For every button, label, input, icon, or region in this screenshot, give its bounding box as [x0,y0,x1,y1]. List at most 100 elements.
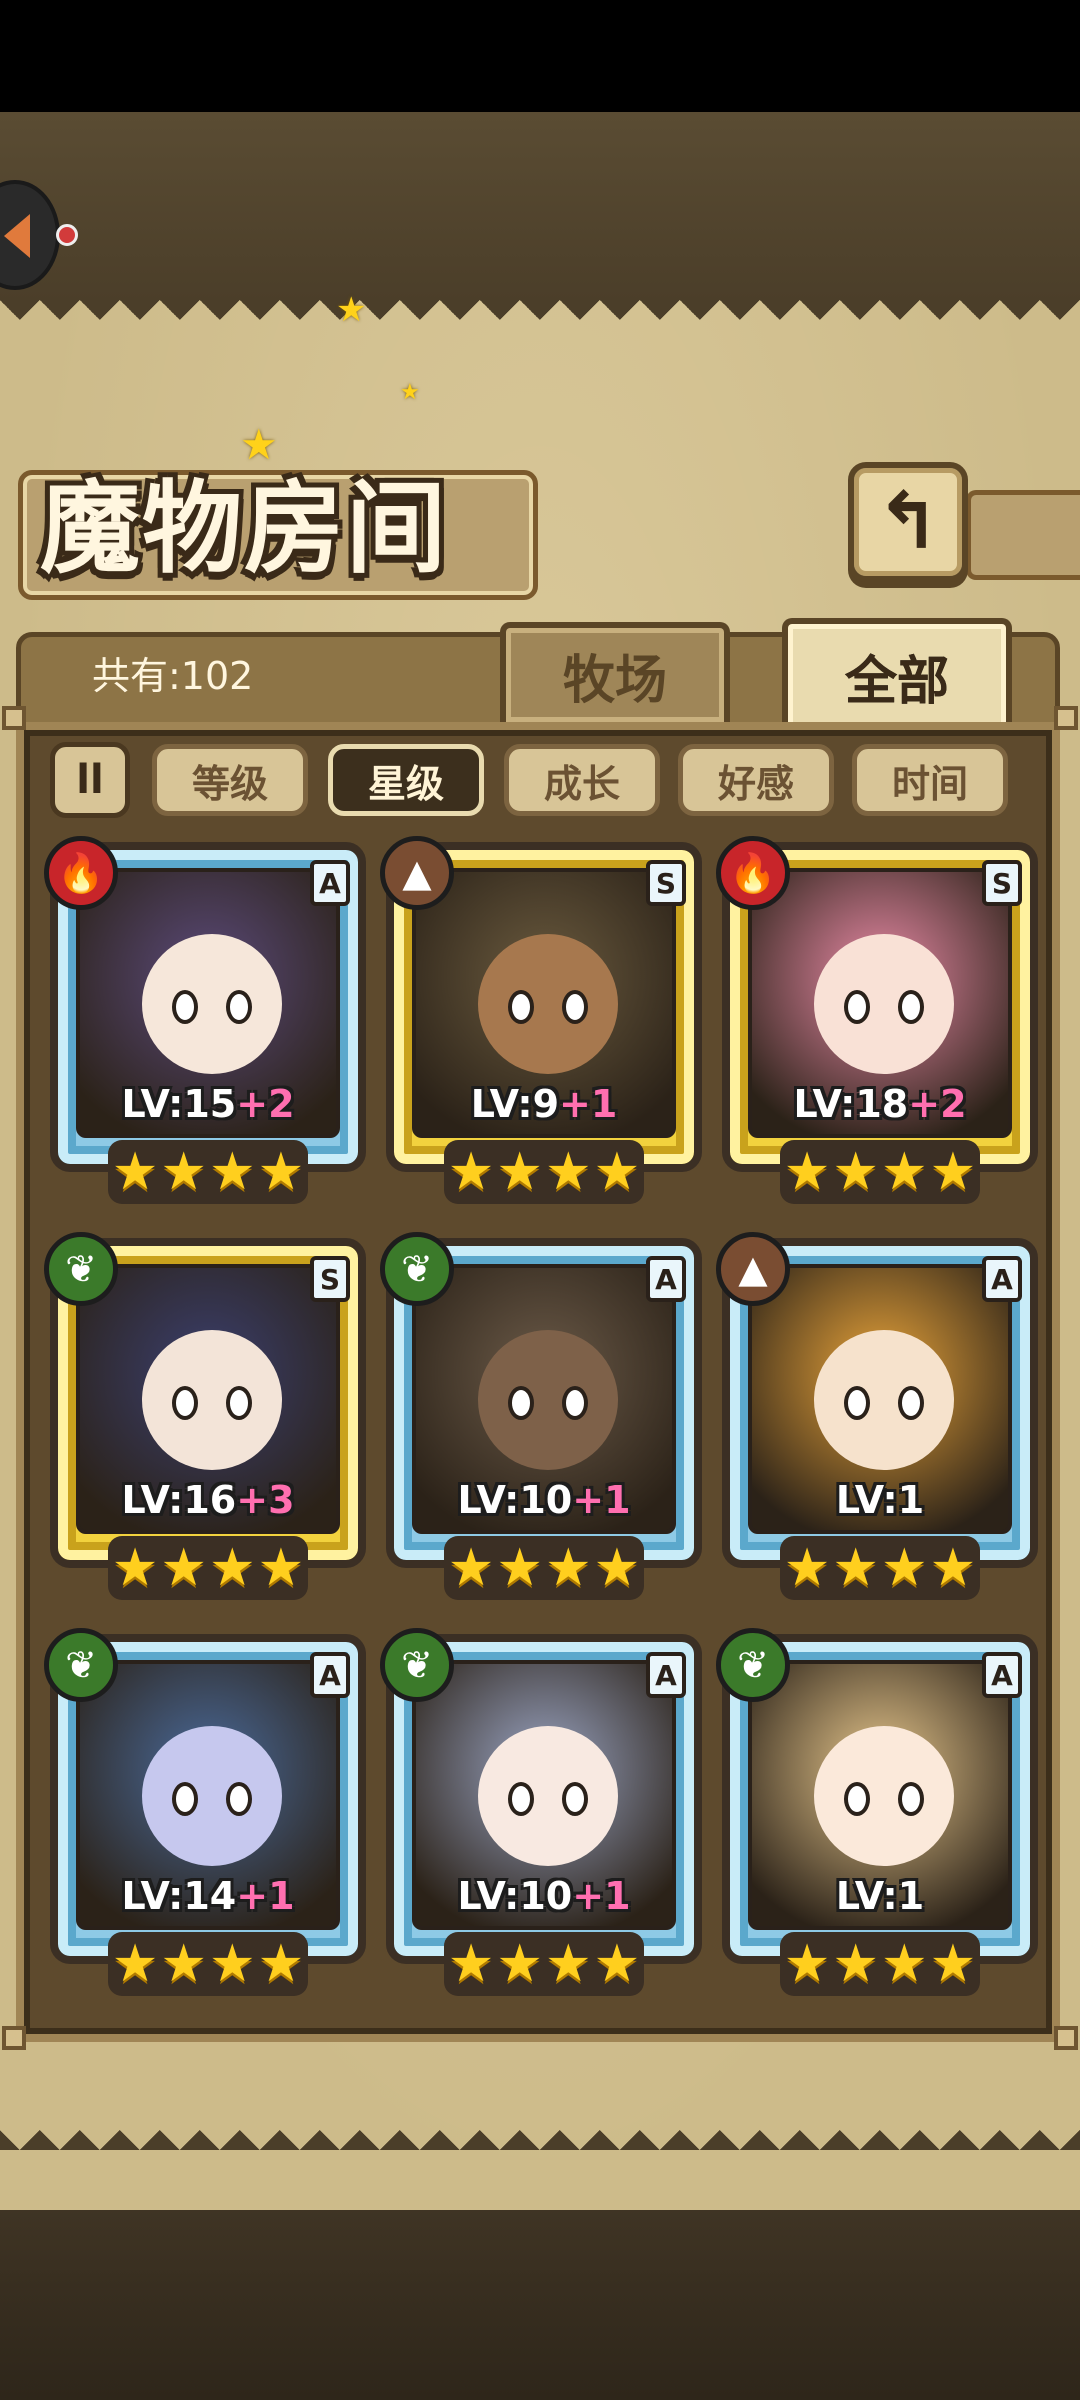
monster-face [142,1726,282,1866]
monster-level: LV:15+2 [50,1082,366,1126]
rank-badge: S [310,1256,350,1302]
monster-card[interactable]: S ❦ LV:16+3 ★ ★ ★ ★ [44,1232,366,1608]
star-icon: ★ [257,1934,305,1994]
star-icon: ★ [545,1142,592,1202]
monster-eye [844,990,870,1024]
notification-dot [56,224,78,246]
star-icon: ★ [881,1934,928,1994]
level-bonus: +1 [559,1082,618,1126]
star-icon: ★ [832,1538,879,1598]
rank-badge: A [310,860,350,906]
monster-card[interactable]: S 🔥 LV:18+2 ★ ★ ★ ★ [716,836,1038,1212]
sort-order-toggle[interactable]: ll [50,742,130,818]
monster-eye [898,1386,924,1420]
rank-badge: S [646,860,686,906]
star-icon: ★ [496,1538,543,1598]
home-icon [4,214,30,258]
star-rating: ★ ★ ★ ★ [444,1536,644,1600]
star-icon: ★ [160,1142,207,1202]
earth-element-icon: ▲ [380,836,454,910]
star-icon: ★ [783,1538,831,1598]
level-bonus: +1 [236,1874,295,1918]
rank-badge: A [646,1652,686,1698]
monster-count: 共有:102 [92,654,254,698]
rank-badge: A [982,1256,1022,1302]
leaf-element-icon: ❦ [380,1628,454,1702]
monster-eye [508,1386,534,1420]
star-icon: ★ [257,1538,305,1598]
sort-affection-button[interactable]: 好感 [678,744,834,816]
monster-face [142,1330,282,1470]
frame-corner [2,706,26,730]
map-bottom-strip [0,2210,1080,2400]
star-icon: ★ [593,1934,641,1994]
level-value: LV:10 [457,1478,573,1522]
monster-card[interactable]: A ❦ LV:10+1 ★ ★ ★ ★ [380,1232,702,1608]
monster-level: LV:10+1 [386,1874,702,1918]
level-value: LV:1 [835,1874,925,1918]
sort-level-button[interactable]: 等级 [152,744,308,816]
level-bonus: +2 [236,1082,295,1126]
sort-time-button[interactable]: 时间 [852,744,1008,816]
rank-badge: A [310,1652,350,1698]
leaf-element-icon: ❦ [44,1232,118,1306]
monster-eye [226,1782,252,1816]
sort-growth-label: 成长 [543,761,620,806]
level-value: LV:1 [835,1478,925,1522]
back-button[interactable]: ↰ [848,462,968,582]
star-icon: ★ [593,1142,641,1202]
monster-card[interactable]: A ▲ LV:1 ★ ★ ★ ★ [716,1232,1038,1608]
sort-level-label: 等级 [191,761,268,806]
star-rating: ★ ★ ★ ★ [108,1536,308,1600]
star-icon: ★ [783,1142,831,1202]
monster-eye [226,1386,252,1420]
sort-growth-button[interactable]: 成长 [504,744,660,816]
star-icon: ★ [447,1934,495,1994]
monster-eye [898,990,924,1024]
level-value: LV:14 [121,1874,237,1918]
star-icon: ★ [929,1142,977,1202]
star-rating: ★ ★ ★ ★ [444,1932,644,1996]
monster-eye [562,1386,588,1420]
star-rating: ★ ★ ★ ★ [780,1140,980,1204]
star-icon: ★ [447,1538,495,1598]
page-title: 魔物房间 [40,469,448,587]
fire-element-icon: 🔥 [44,836,118,910]
monster-eye [226,990,252,1024]
monster-card[interactable]: A ❦ LV:1 ★ ★ ★ ★ [716,1628,1038,2004]
tab-ranch[interactable]: 牧场 [500,622,730,722]
monster-eye [844,1782,870,1816]
star-icon: ★ [209,1934,256,1994]
sort-stars-label: 星级 [367,761,444,806]
monster-card[interactable]: A 🔥 LV:15+2 ★ ★ ★ ★ [44,836,366,1212]
frame-corner [2,2026,26,2050]
sparkle-star-icon: ★ [400,380,420,405]
star-icon: ★ [545,1934,592,1994]
star-icon: ★ [929,1934,977,1994]
monster-card[interactable]: A ❦ LV:14+1 ★ ★ ★ ★ [44,1628,366,2004]
star-icon: ★ [209,1538,256,1598]
monster-face [478,934,618,1074]
map-top-strip [0,112,1080,302]
sort-stars-button[interactable]: 星级 [328,744,484,816]
rank-badge: S [982,860,1022,906]
monster-eye [172,1386,198,1420]
frame-corner [1054,2026,1078,2050]
star-icon: ★ [257,1142,305,1202]
monster-level: LV:10+1 [386,1478,702,1522]
rank-badge: A [646,1256,686,1302]
monster-face [478,1330,618,1470]
level-bonus: +2 [908,1082,967,1126]
star-icon: ★ [881,1538,928,1598]
star-icon: ★ [783,1934,831,1994]
monster-face [814,1330,954,1470]
star-rating: ★ ★ ★ ★ [444,1140,644,1204]
monster-card[interactable]: A ❦ LV:10+1 ★ ★ ★ ★ [380,1628,702,2004]
tab-all[interactable]: 全部 [782,618,1012,728]
monster-eye [172,990,198,1024]
monster-card[interactable]: S ▲ LV:9+1 ★ ★ ★ ★ [380,836,702,1212]
star-icon: ★ [832,1142,879,1202]
star-icon: ★ [881,1142,928,1202]
earth-element-icon: ▲ [716,1232,790,1306]
level-value: LV:15 [121,1082,237,1126]
